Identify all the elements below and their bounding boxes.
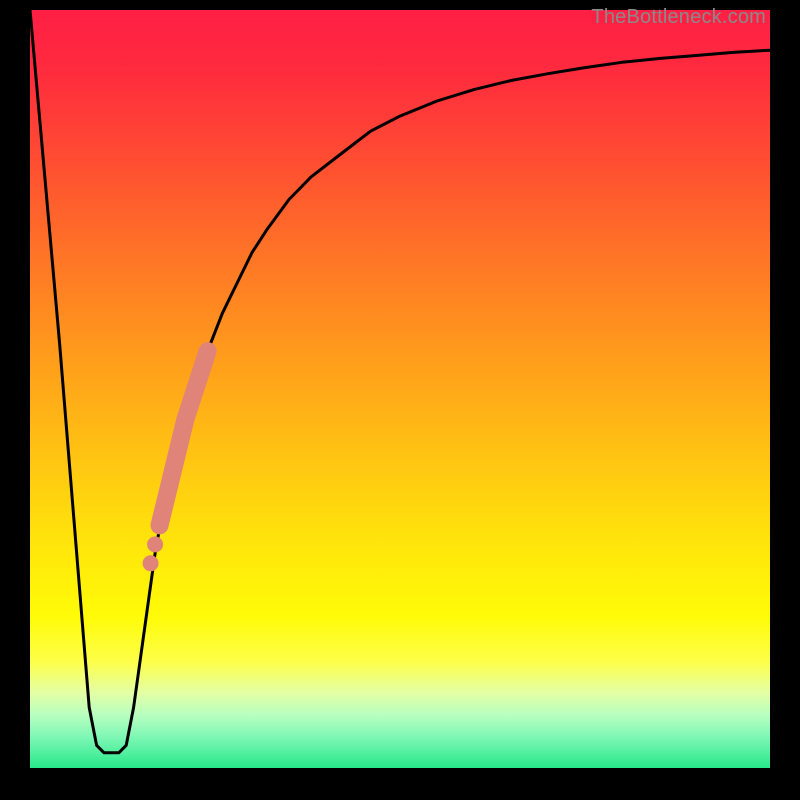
highlight-dots — [143, 536, 164, 571]
highlight-segment — [160, 351, 208, 525]
highlight-dot — [143, 555, 159, 571]
highlight-dot — [147, 536, 163, 552]
watermark-text: TheBottleneck.com — [591, 6, 766, 29]
plot-area — [30, 10, 770, 768]
bottleneck-curve — [30, 10, 770, 753]
chart-container: TheBottleneck.com — [0, 0, 800, 800]
curve-layer — [30, 10, 770, 768]
